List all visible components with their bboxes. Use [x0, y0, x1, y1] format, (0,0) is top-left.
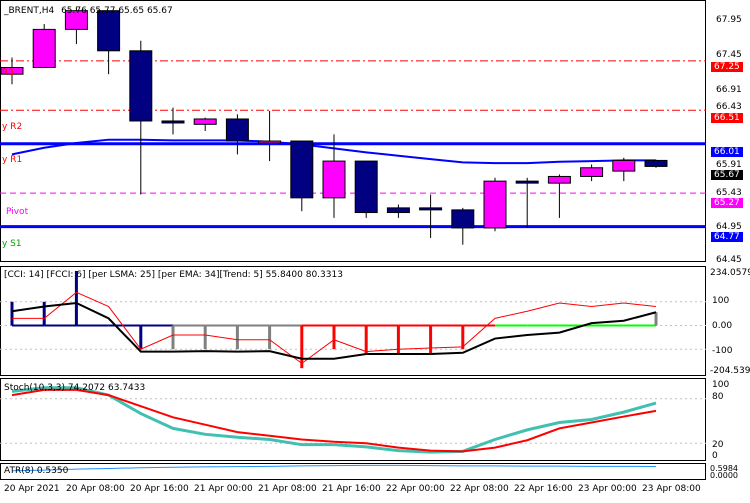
level-label-r1: y R1 [2, 155, 23, 165]
candle-bear [161, 120, 185, 124]
time-label: 22 Apr 08:00 [450, 484, 509, 494]
price-tick: 65.91 [716, 160, 742, 170]
candle-bear [386, 207, 410, 214]
level-tag-s1: 64.77 [711, 232, 743, 242]
cci-tick: -100 [712, 346, 733, 356]
candle-bull [32, 28, 56, 68]
cci-tick: 234.0579 [710, 268, 750, 278]
candle-bull [547, 175, 571, 184]
time-label: 21 Apr 08:00 [258, 484, 317, 494]
price-tick: 65.43 [716, 188, 742, 198]
candle-bull [612, 159, 636, 172]
time-label: 20 Apr 16:00 [130, 484, 189, 494]
price-tick: 64.95 [716, 222, 742, 232]
time-label: 22 Apr 16:00 [514, 484, 573, 494]
cci-tick: -204.539 [710, 366, 750, 376]
stoch-title: Stoch(10,3,3) 74.2072 63.7433 [4, 383, 146, 393]
stoch-tick: 20 [712, 440, 724, 450]
trading-chart[interactable]: _BRENT,H4 65.76 65.77 65.65 65.67 R3 y R… [0, 0, 750, 500]
level-tag-r1: 66.01 [711, 147, 743, 157]
candle-bear [515, 180, 539, 184]
stoch-tick: 100 [712, 380, 730, 390]
candle-bull [322, 160, 346, 199]
cci-title: [CCI: 14] [FCCI: 6] [per LSMA: 25] [per … [4, 270, 343, 280]
stoch-tick: 80 [712, 392, 724, 402]
atr-tick: 0.0000 [710, 471, 738, 480]
time-label: 21 Apr 00:00 [194, 484, 253, 494]
stoch-signal-line [11, 388, 657, 453]
candle-bull [193, 118, 217, 125]
time-label: 22 Apr 00:00 [386, 484, 445, 494]
candle-bear [354, 160, 378, 214]
price-tick: 67.45 [716, 50, 742, 60]
time-label: 23 Apr 08:00 [642, 484, 701, 494]
time-label: 20 Apr 2021 [4, 484, 60, 494]
chart-canvas[interactable] [0, 0, 750, 500]
level-tag-r3: 67.25 [711, 62, 743, 72]
level-tag-pivot: 65.27 [711, 198, 743, 208]
current-price-tag: 65.67 [711, 170, 743, 180]
time-label: 20 Apr 08:00 [66, 484, 125, 494]
candle-bear [644, 159, 668, 167]
price-tick: 66.91 [716, 85, 742, 95]
price-tick: 64.45 [716, 255, 742, 265]
level-tag-r2: 66.51 [711, 113, 743, 123]
candle-bear [129, 50, 153, 122]
candle-bear [225, 118, 249, 142]
level-label-r3: R3 [2, 68, 14, 78]
candle-bear [419, 207, 443, 211]
candle-bear [290, 140, 314, 199]
cci-panel-frame [0, 266, 706, 376]
level-label-pivot: Pivot [6, 207, 29, 217]
time-label: 23 Apr 00:00 [578, 484, 637, 494]
candle-bear [97, 10, 121, 52]
price-tick: 67.95 [716, 15, 742, 25]
symbol-label: _BRENT,H4 [4, 6, 55, 16]
candle-bull [258, 140, 282, 144]
ohlc-values: 65.76 65.77 65.65 65.67 [61, 6, 173, 16]
atr-line [11, 464, 657, 472]
level-label-r2: y R2 [2, 122, 23, 132]
atr-title: ATR(8) 0.5350 [4, 466, 69, 476]
stoch-tick: 0 [712, 451, 718, 461]
cci-tick: 100 [712, 296, 730, 306]
price-tick: 66.43 [716, 102, 742, 112]
symbol-header: _BRENT,H4 65.76 65.77 65.65 65.67 [4, 6, 173, 16]
cci-tick: 0.00 [712, 321, 733, 331]
level-label-s1: y S1 [2, 239, 22, 249]
candle-bear [451, 209, 475, 229]
candle-bull [580, 167, 604, 177]
time-label: 21 Apr 16:00 [322, 484, 381, 494]
candle-bull [483, 180, 507, 229]
